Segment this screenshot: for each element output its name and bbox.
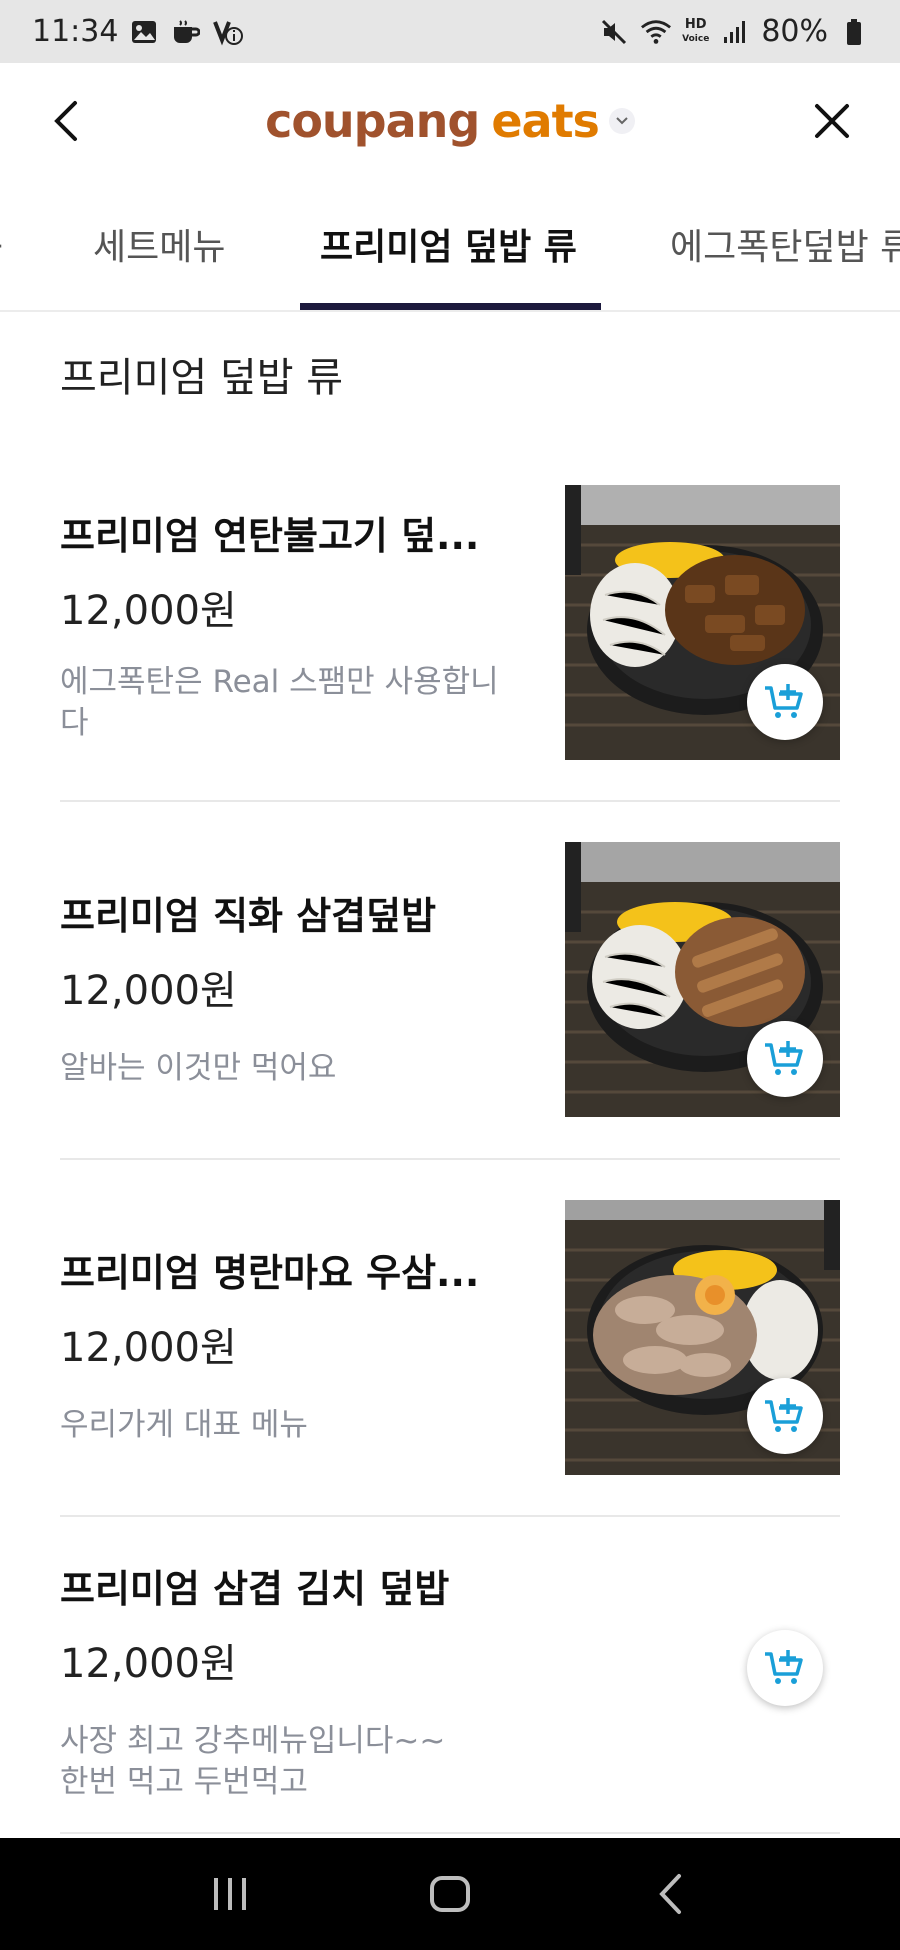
wifi-icon bbox=[640, 16, 672, 48]
gallery-icon bbox=[128, 16, 160, 48]
recent-apps-icon bbox=[214, 1878, 246, 1910]
section-title: 프리미엄 덮밥 류 bbox=[60, 355, 344, 401]
system-back-button[interactable] bbox=[630, 1854, 710, 1934]
v-info-icon bbox=[212, 16, 244, 48]
hd-voice-indicator: HD Voice bbox=[682, 18, 709, 46]
menu-item-description: 사장 최고 강추메뉴입니다~~ 한번 먹고 두번먹고 bbox=[60, 1721, 840, 1803]
app-header: coupang eats bbox=[0, 63, 900, 178]
logo-text-coupang: coupang bbox=[265, 93, 480, 148]
back-arrow-icon bbox=[659, 1874, 681, 1914]
description-line: 한번 먹고 두번먹고 bbox=[60, 1764, 308, 1800]
coupang-eats-logo[interactable]: coupang eats bbox=[265, 94, 635, 148]
category-tabs: - 세트메뉴 프리미엄 덮밥 류 에그폭탄덮밥 류 bbox=[0, 178, 900, 312]
menu-item-price: 12,000원 bbox=[60, 1641, 237, 1687]
status-left: 11:34 bbox=[32, 14, 244, 49]
hd-label: HD bbox=[684, 16, 707, 32]
close-icon bbox=[815, 104, 849, 138]
add-cart-icon bbox=[765, 1650, 803, 1684]
add-to-cart-button[interactable] bbox=[747, 1021, 823, 1097]
battery-percent: 80% bbox=[761, 14, 828, 49]
logo-text-eats: eats bbox=[491, 93, 600, 148]
add-to-cart-button[interactable] bbox=[747, 1630, 823, 1706]
tab-set-menu[interactable]: 세트메뉴 bbox=[93, 178, 225, 310]
description-line: 다 bbox=[60, 705, 89, 741]
status-time: 11:34 bbox=[32, 14, 119, 49]
description-line: 사장 최고 강추메뉴입니다~~ bbox=[60, 1723, 446, 1759]
close-button[interactable] bbox=[804, 93, 860, 149]
menu-item[interactable]: 프리미엄 삼겹 김치 덮밥 12,000원 사장 최고 강추메뉴입니다~~ 한번… bbox=[60, 1558, 840, 1803]
description-line: 알바는 이것만 먹어요 bbox=[60, 1050, 337, 1086]
add-to-cart-button[interactable] bbox=[747, 664, 823, 740]
item-divider bbox=[60, 1158, 840, 1160]
home-button[interactable] bbox=[410, 1854, 490, 1934]
add-cart-icon bbox=[765, 684, 803, 718]
item-divider bbox=[60, 1515, 840, 1517]
chevron-left-icon bbox=[54, 101, 77, 141]
menu-item-name: 프리미엄 삼겹 김치 덮밥 bbox=[60, 1567, 450, 1611]
status-right: HD Voice 80% bbox=[598, 14, 870, 49]
add-cart-icon bbox=[765, 1398, 803, 1432]
back-button[interactable] bbox=[40, 93, 90, 149]
status-bar: 11:34 HD Voice 80% bbox=[0, 0, 900, 63]
add-to-cart-button[interactable] bbox=[747, 1378, 823, 1454]
tab-egg-bomb-rice-bowl[interactable]: 에그폭탄덮밥 류 bbox=[670, 178, 900, 310]
mute-icon bbox=[598, 16, 630, 48]
tab-premium-rice-bowl[interactable]: 프리미엄 덮밥 류 bbox=[320, 178, 577, 310]
home-icon bbox=[430, 1876, 470, 1912]
add-cart-icon bbox=[765, 1041, 803, 1075]
signal-icon bbox=[719, 16, 751, 48]
battery-icon bbox=[838, 16, 870, 48]
coffee-icon bbox=[170, 16, 202, 48]
chevron-down-icon[interactable] bbox=[608, 107, 635, 134]
item-divider bbox=[60, 1832, 840, 1834]
active-tab-indicator bbox=[300, 303, 601, 310]
system-nav-bar bbox=[0, 1838, 900, 1950]
description-line: 우리가게 대표 메뉴 bbox=[60, 1407, 308, 1443]
recent-apps-button[interactable] bbox=[190, 1854, 270, 1934]
voice-label: Voice bbox=[682, 33, 710, 44]
tab-previous-edge[interactable]: - bbox=[0, 178, 3, 310]
item-divider bbox=[60, 800, 840, 802]
description-line: 에그폭탄은 Real 스팸만 사용합니 bbox=[60, 664, 499, 700]
